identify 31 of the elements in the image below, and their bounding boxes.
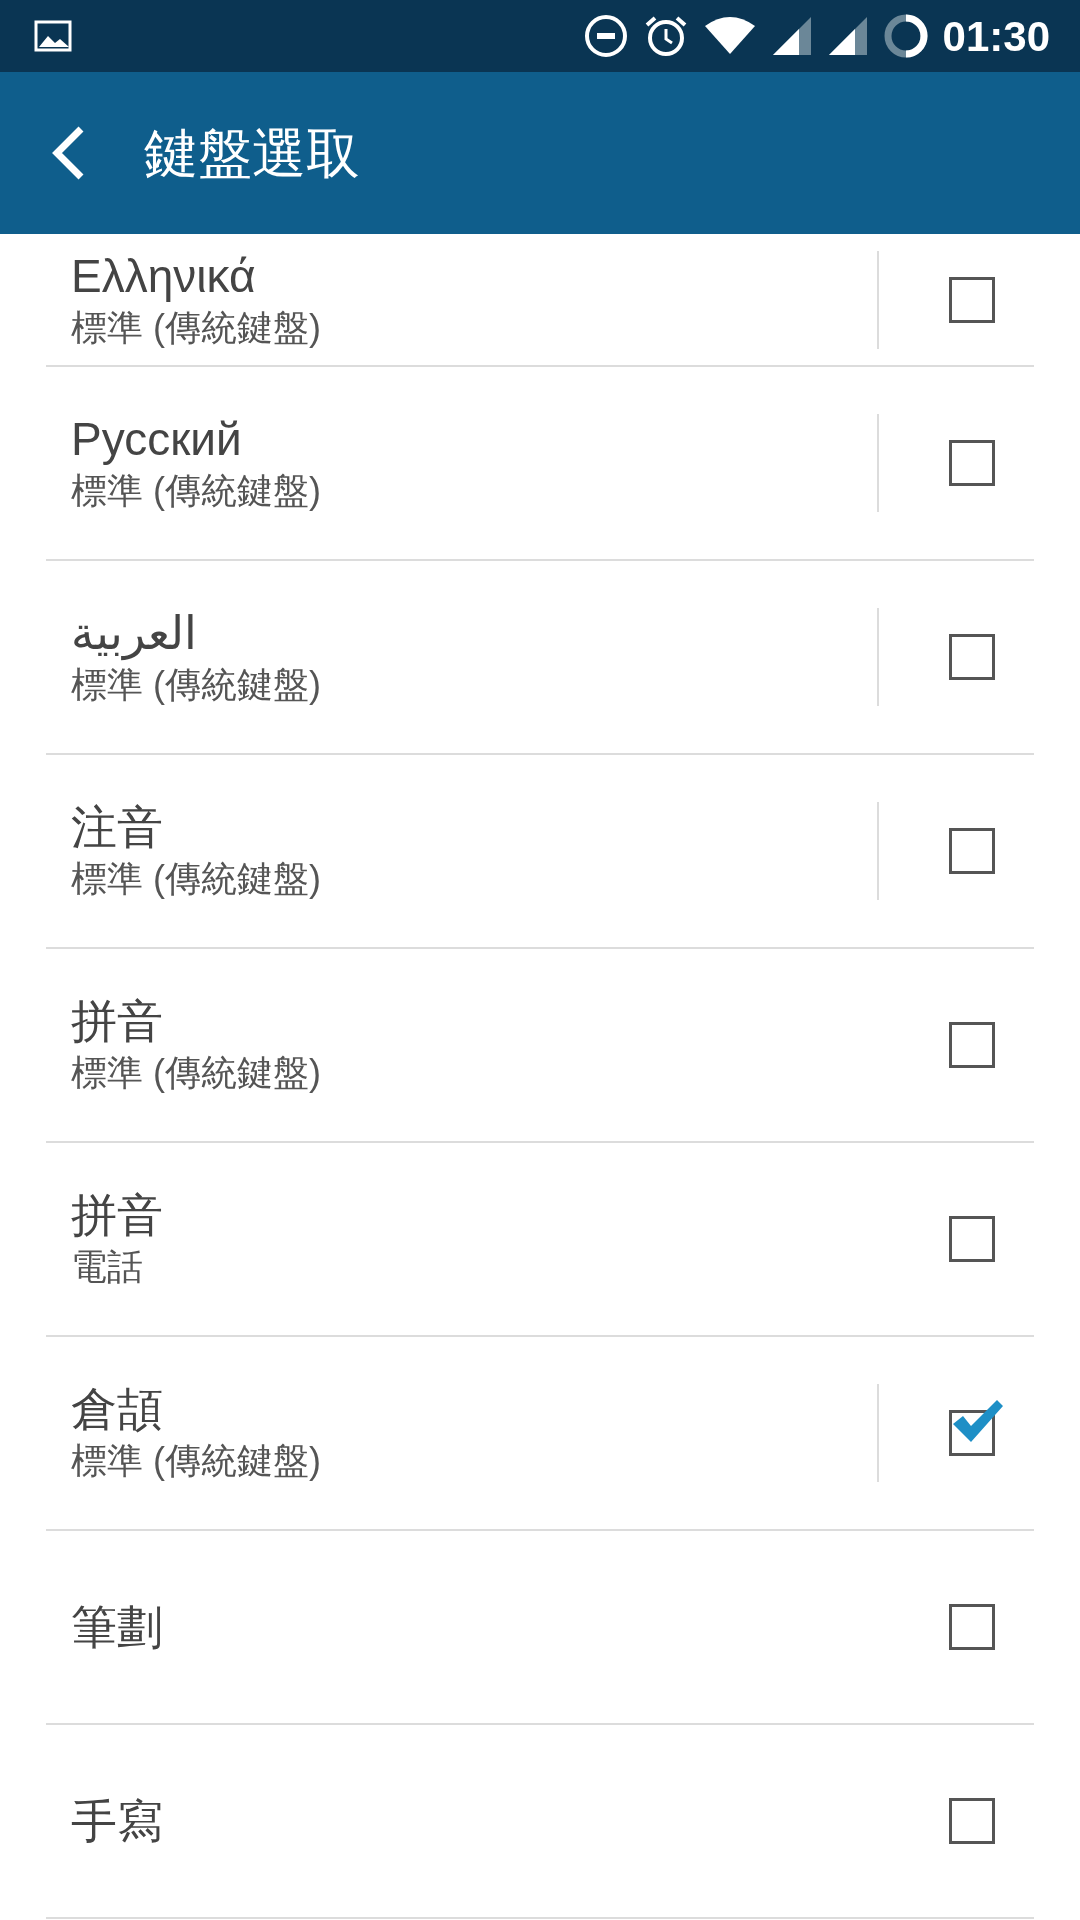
screen-title: 鍵盤選取 [144, 121, 360, 185]
keyboard-item[interactable]: 筆劃 [46, 1531, 877, 1723]
layout-name: 標準 (傳統鍵盤) [71, 305, 322, 350]
layout-name: 標準 (傳統鍵盤) [71, 857, 322, 901]
clock-time: 01:30 [942, 11, 1050, 62]
layout-name: 標準 (傳統鍵盤) [71, 1439, 322, 1483]
language-name: العربية [71, 606, 198, 661]
keyboard-item[interactable]: Русский 標準 (傳統鍵盤) [46, 367, 877, 559]
language-name: 拼音 [71, 994, 164, 1049]
language-name: 倉頡 [71, 1382, 164, 1437]
keyboard-item[interactable]: 拼音 電話 [46, 1143, 877, 1335]
keyboard-item[interactable]: 注音 標準 (傳統鍵盤) [46, 755, 877, 947]
keyboard-item[interactable]: 手寫 [46, 1725, 877, 1917]
image-icon [34, 20, 72, 52]
wifi-icon [702, 16, 757, 56]
layout-name: 標準 (傳統鍵盤) [71, 1051, 322, 1095]
layout-name: 標準 (傳統鍵盤) [71, 469, 322, 513]
language-name: 筆劃 [71, 1600, 164, 1655]
keyboard-item[interactable]: Ελληνικά 標準 (傳統鍵盤) [46, 234, 877, 365]
layout-name: 標準 (傳統鍵盤) [71, 663, 322, 707]
language-name: 手寫 [71, 1794, 164, 1849]
language-name: Ελληνικά [71, 248, 257, 304]
chevron-left-icon [51, 125, 85, 181]
do-not-disturb-icon [582, 13, 629, 59]
language-name: Русский [71, 412, 243, 467]
layout-name: 電話 [71, 1245, 144, 1289]
keyboard-item[interactable]: 倉頡 標準 (傳統鍵盤) [46, 1337, 877, 1529]
keyboard-item[interactable]: 拼音 標準 (傳統鍵盤) [46, 949, 877, 1141]
language-name: 注音 [71, 800, 164, 855]
language-name: 拼音 [71, 1188, 164, 1243]
battery-ring-icon [882, 13, 929, 59]
